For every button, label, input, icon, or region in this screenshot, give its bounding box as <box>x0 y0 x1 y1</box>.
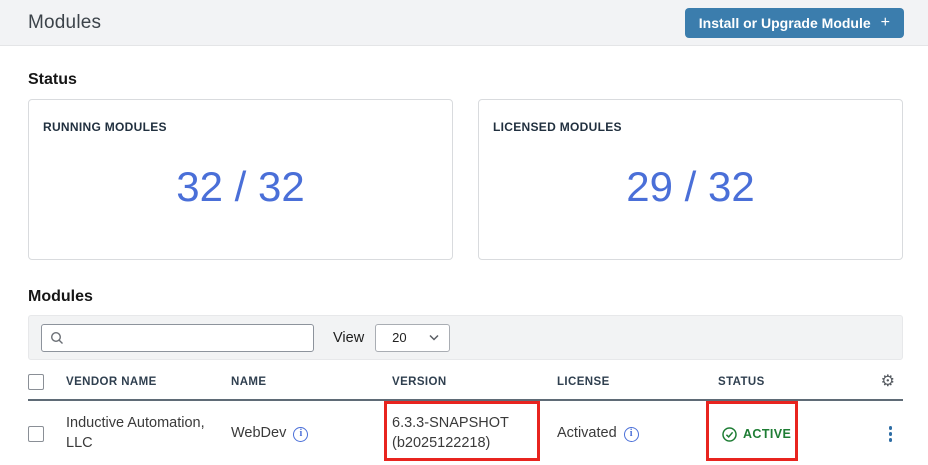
modules-section-heading: Modules <box>28 288 903 306</box>
plus-icon: + <box>881 15 890 31</box>
search-box[interactable] <box>41 324 314 352</box>
chevron-down-icon <box>429 334 439 341</box>
licensed-modules-value: 29 / 32 <box>626 163 754 211</box>
running-modules-label: RUNNING MODULES <box>43 120 438 134</box>
status-section-heading: Status <box>28 71 903 89</box>
vendor-name-cell: Inductive Automation, LLC <box>66 414 231 453</box>
table-row: Inductive Automation, LLC WebDev i 6.3.3… <box>28 401 903 465</box>
search-input[interactable] <box>70 330 305 345</box>
module-info-icon[interactable]: i <box>293 427 308 442</box>
install-button-label: Install or Upgrade Module <box>699 15 871 31</box>
col-header-version: VERSION <box>392 376 557 388</box>
select-all-checkbox[interactable] <box>28 374 44 390</box>
licensed-modules-label: LICENSED MODULES <box>493 120 888 134</box>
running-modules-card: RUNNING MODULES 32 / 32 <box>28 99 453 260</box>
status-active-label: ACTIVE <box>743 427 791 441</box>
page-title: Modules <box>28 12 101 34</box>
gear-icon[interactable]: ⚙ <box>881 374 895 390</box>
module-name-cell: WebDev <box>231 424 286 444</box>
col-header-vendor-name: VENDOR NAME <box>66 376 231 388</box>
table-header-row: VENDOR NAME NAME VERSION LICENSE STATUS … <box>28 365 903 401</box>
row-menu-kebab-icon[interactable] <box>886 423 896 445</box>
version-cell: 6.3.3-SNAPSHOT (b2025122218) <box>392 414 557 453</box>
view-label: View <box>333 330 364 346</box>
running-modules-value: 32 / 32 <box>176 163 304 211</box>
col-header-status: STATUS <box>718 376 853 388</box>
license-info-icon[interactable]: i <box>624 427 639 442</box>
row-checkbox[interactable] <box>28 426 44 442</box>
col-header-license: LICENSE <box>557 376 718 388</box>
modules-page: Modules Install or Upgrade Module + Stat… <box>0 0 928 465</box>
modules-toolbar: View 20 <box>28 315 903 360</box>
licensed-modules-card: LICENSED MODULES 29 / 32 <box>478 99 903 260</box>
search-icon <box>50 331 64 345</box>
license-cell: Activated <box>557 424 617 444</box>
page-header: Modules Install or Upgrade Module + <box>0 0 928 46</box>
check-circle-icon <box>722 427 737 442</box>
modules-table: VENDOR NAME NAME VERSION LICENSE STATUS … <box>28 365 903 465</box>
status-cards: RUNNING MODULES 32 / 32 LICENSED MODULES… <box>28 99 903 260</box>
col-header-name: NAME <box>231 376 392 388</box>
page-size-value: 20 <box>392 330 406 345</box>
page-size-select[interactable]: 20 <box>375 324 450 352</box>
status-badge: ACTIVE <box>718 427 853 442</box>
install-or-upgrade-module-button[interactable]: Install or Upgrade Module + <box>685 8 904 38</box>
